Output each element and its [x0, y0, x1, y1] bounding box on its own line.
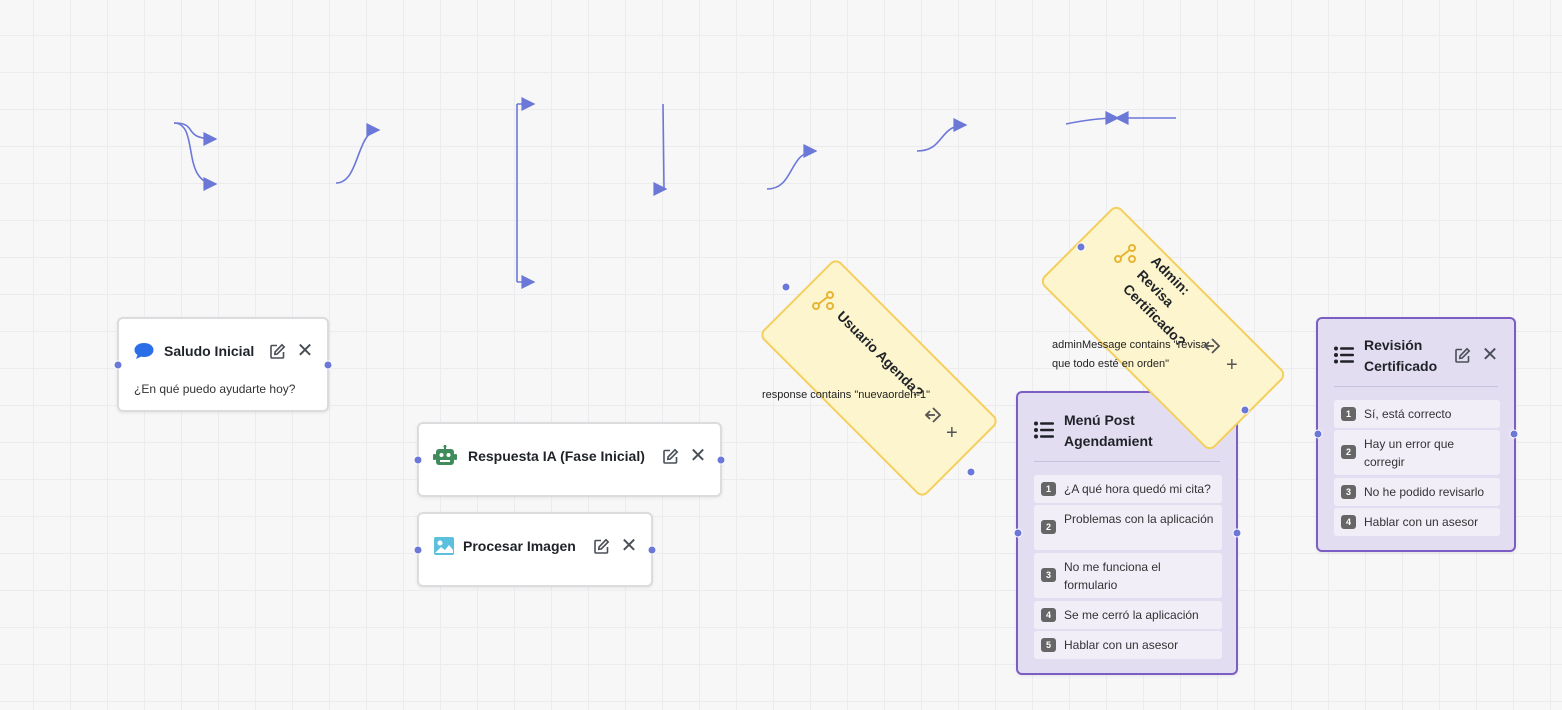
- close-icon[interactable]: ✕: [1480, 345, 1500, 365]
- output-handle[interactable]: [1232, 528, 1242, 538]
- edge-5: [766, 144, 818, 190]
- menu-option-4[interactable]: 4 Se me cerró la aplicación: [1034, 601, 1222, 629]
- branch-icon: [1114, 244, 1138, 269]
- list-icon: [1034, 421, 1054, 444]
- option-label: ¿A qué hora quedó mi cita?: [1064, 482, 1211, 496]
- divider: [1334, 386, 1498, 387]
- node-title: Saludo Inicial: [164, 343, 255, 359]
- input-handle[interactable]: [1313, 429, 1323, 439]
- condition-expression-line-1: adminMessage contains "revisa: [1052, 339, 1207, 351]
- node-title: Procesar Imagen: [463, 538, 576, 554]
- branch-icon: [812, 291, 836, 316]
- edge-2: [335, 123, 381, 184]
- option-number: 4: [1341, 515, 1356, 529]
- edge-6: [916, 118, 968, 152]
- input-handle[interactable]: [781, 282, 791, 292]
- add-branch-button[interactable]: +: [946, 423, 958, 443]
- option-number: 1: [1341, 407, 1356, 421]
- node-revision-certificado[interactable]: Revisión Certificado ✕ 1 Sí, está correc…: [1316, 317, 1516, 552]
- exit-icon[interactable]: [923, 405, 945, 430]
- robot-icon: [433, 445, 457, 472]
- option-label: No me funciona el formulario: [1064, 560, 1161, 592]
- input-handle[interactable]: [113, 360, 123, 370]
- option-number: 1: [1041, 482, 1056, 496]
- input-handle[interactable]: [1076, 242, 1086, 252]
- menu-option-4[interactable]: 4 Hablar con un asesor: [1334, 508, 1500, 536]
- edit-icon[interactable]: [267, 341, 287, 361]
- option-number: 4: [1041, 608, 1056, 622]
- menu-option-2[interactable]: 2 Problemas con la aplicación: [1034, 505, 1222, 550]
- close-icon[interactable]: ✕: [688, 446, 708, 466]
- exit-icon[interactable]: [1202, 336, 1224, 361]
- menu-option-1[interactable]: 1 ¿A qué hora quedó mi cita?: [1034, 475, 1222, 503]
- option-label: Hablar con un asesor: [1364, 515, 1479, 529]
- option-label: Hablar con un asesor: [1064, 638, 1179, 652]
- menu-option-5[interactable]: 5 Hablar con un asesor: [1034, 631, 1222, 659]
- node-subtitle: ¿En qué puedo ayudarte hoy?: [134, 382, 296, 396]
- node-procesar-imagen[interactable]: Procesar Imagen ✕: [417, 512, 653, 587]
- input-handle[interactable]: [1013, 528, 1023, 538]
- option-label: Problemas con la aplicación: [1064, 512, 1214, 526]
- condition-expression: response contains "nuevaorden-1": [762, 389, 931, 401]
- option-number: 3: [1041, 568, 1056, 582]
- chat-bubble-icon: [133, 341, 155, 366]
- option-label: Se me cerró la aplicación: [1064, 608, 1199, 622]
- node-title-line-2: Certificado: [1364, 358, 1438, 374]
- image-icon: [433, 536, 455, 561]
- option-number: 3: [1341, 485, 1356, 499]
- node-title: Respuesta IA (Fase Inicial): [468, 448, 645, 464]
- add-branch-button[interactable]: +: [1226, 355, 1238, 375]
- edge-7a: [1065, 111, 1120, 126]
- edit-icon[interactable]: [1452, 345, 1472, 365]
- input-handle[interactable]: [413, 455, 423, 465]
- output-handle[interactable]: [966, 467, 976, 477]
- divider: [1034, 461, 1220, 462]
- option-label: Hay un error que corregir: [1364, 437, 1455, 469]
- option-number: 5: [1041, 638, 1056, 652]
- condition-expression-line-2: que todo esté en orden": [1052, 358, 1170, 370]
- close-icon[interactable]: ✕: [619, 536, 639, 556]
- list-icon: [1334, 346, 1354, 369]
- menu-option-1[interactable]: 1 Sí, está correcto: [1334, 400, 1500, 428]
- option-label: Sí, está correcto: [1364, 407, 1452, 421]
- output-handle[interactable]: [1509, 429, 1519, 439]
- node-title-line-1: Revisión: [1364, 337, 1423, 353]
- node-respuesta-ia[interactable]: Respuesta IA (Fase Inicial) ✕: [417, 422, 722, 497]
- option-number: 2: [1341, 445, 1356, 459]
- edge-4: [653, 103, 668, 196]
- edit-icon[interactable]: [591, 536, 611, 556]
- edit-icon[interactable]: [660, 446, 680, 466]
- node-saludo-inicial[interactable]: Saludo Inicial ✕ ¿En qué puedo ayudarte …: [117, 317, 329, 412]
- menu-option-2[interactable]: 2 Hay un error que corregir: [1334, 430, 1500, 475]
- output-handle[interactable]: [1240, 405, 1250, 415]
- input-handle[interactable]: [413, 545, 423, 555]
- menu-option-3[interactable]: 3 No he podido revisarlo: [1334, 478, 1500, 506]
- output-handle[interactable]: [647, 545, 657, 555]
- edge-1b: [173, 122, 218, 191]
- option-label: No he podido revisarlo: [1364, 485, 1485, 499]
- node-title-line-1: Menú Post: [1064, 412, 1135, 428]
- output-handle[interactable]: [323, 360, 333, 370]
- option-number: 2: [1041, 520, 1056, 534]
- menu-option-3[interactable]: 3 No me funciona el formulario: [1034, 553, 1222, 598]
- close-icon[interactable]: ✕: [295, 341, 315, 361]
- node-title-line-2: Agendamient: [1064, 433, 1153, 449]
- output-handle[interactable]: [716, 455, 726, 465]
